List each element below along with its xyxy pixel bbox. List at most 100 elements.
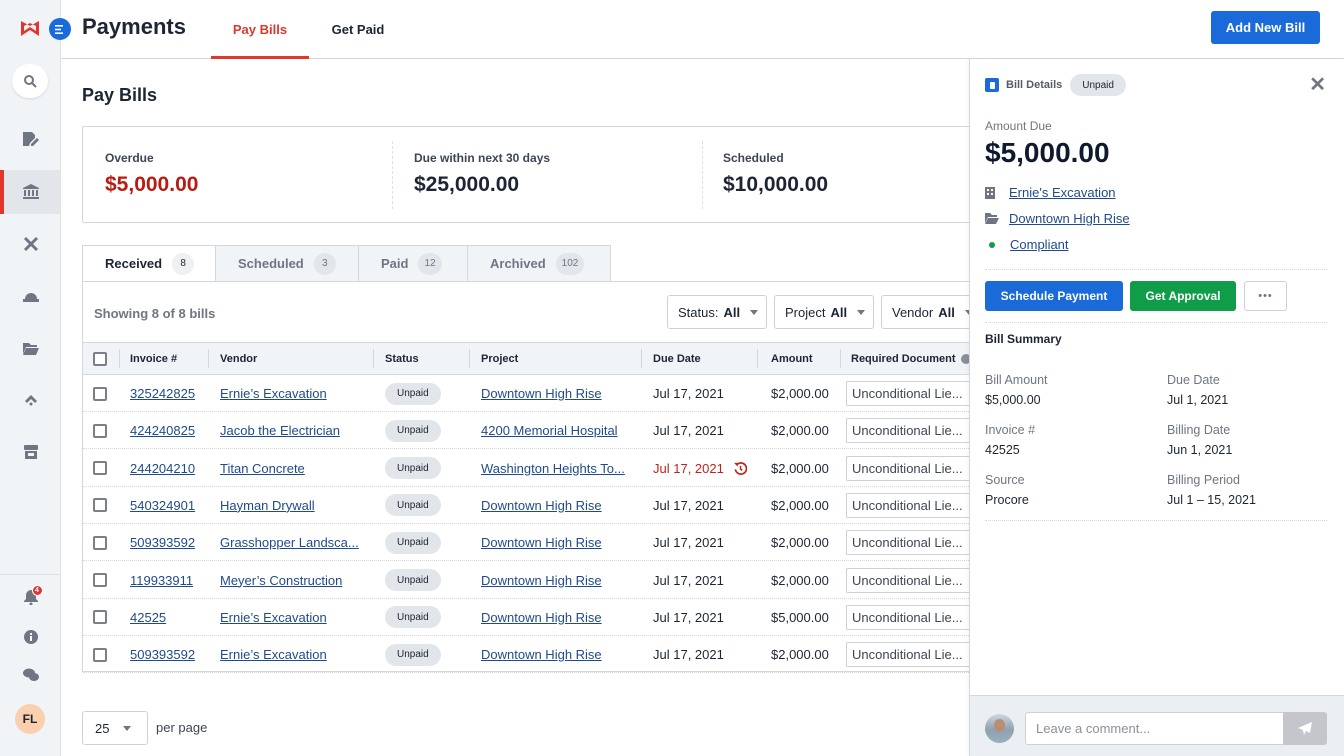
tab-get-paid[interactable]: Get Paid bbox=[319, 0, 397, 59]
row-checkbox[interactable] bbox=[93, 450, 107, 487]
vendor-filter[interactable]: Vendor All bbox=[881, 295, 981, 329]
add-new-bill-button[interactable]: Add New Bill bbox=[1211, 11, 1320, 44]
vendor-link[interactable]: Hayman Drywall bbox=[220, 498, 315, 513]
tab-label: Received bbox=[105, 256, 163, 271]
col-invoice[interactable]: Invoice # bbox=[130, 343, 177, 374]
required-document-select[interactable]: Unconditional Lie... bbox=[846, 381, 972, 406]
tab-paid[interactable]: Paid 12 bbox=[358, 245, 468, 282]
table-row[interactable]: 42525 Ernie’s Excavation Unpaid Downtown Hi… bbox=[83, 599, 983, 636]
invoice-link[interactable]: 509393592 bbox=[130, 647, 195, 662]
select-all-checkbox[interactable] bbox=[93, 343, 107, 374]
invoice-link[interactable]: 424240825 bbox=[130, 423, 195, 438]
send-button[interactable] bbox=[1283, 712, 1327, 745]
notification-badge: 4 bbox=[31, 585, 43, 596]
sidebar-item-documents[interactable] bbox=[0, 117, 61, 161]
required-document-select[interactable]: Unconditional Lie... bbox=[846, 604, 972, 630]
sidebar: 4 FL bbox=[0, 0, 61, 756]
tab-count: 8 bbox=[172, 252, 195, 275]
procore-logo-icon[interactable] bbox=[19, 17, 41, 39]
project-link[interactable]: Washington Heights To... bbox=[481, 461, 625, 476]
comment-input[interactable]: Leave a comment... bbox=[1025, 712, 1284, 745]
sidebar-item-tools[interactable] bbox=[0, 222, 61, 266]
table-row[interactable]: 119933911 Meyer’s Construction Unpaid Downt… bbox=[83, 562, 983, 599]
vendor-link[interactable]: Grasshopper Landsca... bbox=[220, 535, 359, 550]
project-link[interactable]: Downtown High Rise bbox=[481, 610, 602, 625]
filter-value: All bbox=[938, 304, 955, 320]
due-date: Jul 17, 2021 bbox=[653, 386, 724, 401]
amount-due-value: $5,000.00 bbox=[985, 137, 1110, 168]
sidebar-item-field[interactable] bbox=[0, 274, 61, 318]
vendor-link[interactable]: Jacob the Electrician bbox=[220, 423, 340, 438]
project-link[interactable]: Downtown High Rise bbox=[481, 535, 602, 550]
menu-button[interactable] bbox=[49, 18, 71, 40]
col-amount[interactable]: Amount bbox=[771, 343, 813, 374]
summary-value: $5,000.00 bbox=[105, 173, 199, 196]
project-link[interactable]: Downtown High Rise bbox=[481, 498, 602, 513]
sidebar-item-payments[interactable] bbox=[0, 170, 61, 214]
table-row[interactable]: 244204210 Titan Concrete Unpaid Washington … bbox=[83, 450, 983, 487]
vendor-link[interactable]: Titan Concrete bbox=[220, 461, 305, 476]
tab-archived[interactable]: Archived 102 bbox=[467, 245, 611, 282]
required-document-select[interactable]: Unconditional Lie... bbox=[846, 567, 972, 593]
table-row[interactable]: 540324901 Hayman Drywall Unpaid Downtown Hi… bbox=[83, 487, 983, 524]
row-checkbox[interactable] bbox=[93, 375, 107, 412]
more-options-button[interactable]: ••• bbox=[1244, 281, 1287, 311]
tab-received[interactable]: Received 8 bbox=[82, 245, 216, 282]
close-icon[interactable]: ✕ bbox=[1309, 75, 1326, 95]
per-page-select[interactable]: 25 bbox=[82, 711, 148, 745]
invoice-link[interactable]: 42525 bbox=[130, 610, 166, 625]
invoice-link[interactable]: 540324901 bbox=[130, 498, 195, 513]
invoice-link[interactable]: 325242825 bbox=[130, 386, 195, 401]
invoice-link[interactable]: 119933911 bbox=[130, 573, 193, 588]
row-checkbox[interactable] bbox=[93, 562, 107, 599]
compliance-link[interactable]: Compliant bbox=[1010, 237, 1069, 252]
vendor-link[interactable]: Ernie’s Excavation bbox=[220, 610, 327, 625]
row-checkbox[interactable] bbox=[93, 599, 107, 636]
required-document-select[interactable]: Unconditional Lie... bbox=[846, 530, 972, 556]
project-link[interactable]: Downtown High Rise bbox=[481, 573, 602, 588]
get-approval-button[interactable]: Get Approval bbox=[1130, 281, 1236, 311]
table-row[interactable]: 424240825 Jacob the Electrician Unpaid 4200… bbox=[83, 412, 983, 450]
vendor-link[interactable]: Ernie’s Excavation bbox=[220, 647, 327, 662]
col-vendor[interactable]: Vendor bbox=[220, 343, 257, 374]
due-date: Jul 17, 2021 bbox=[653, 572, 724, 588]
project-link[interactable]: 4200 Memorial Hospital bbox=[481, 423, 618, 438]
table-row[interactable]: 325242825 Ernie’s Excavation Unpaid Downtow… bbox=[83, 375, 983, 412]
col-due-date[interactable]: Due Date bbox=[653, 343, 701, 374]
col-project[interactable]: Project bbox=[481, 343, 518, 374]
row-checkbox[interactable] bbox=[93, 524, 107, 561]
chat-button[interactable] bbox=[0, 653, 61, 697]
sidebar-item-marketplace[interactable] bbox=[0, 430, 61, 474]
project-link[interactable]: Downtown High Rise bbox=[481, 386, 602, 401]
vendor-link[interactable]: Ernie's Excavation bbox=[1009, 185, 1116, 200]
compliance-row: Compliant bbox=[985, 237, 1069, 252]
table-row[interactable]: 509393592 Grasshopper Landsca... Unpaid Dow… bbox=[83, 524, 983, 562]
invoice-link[interactable]: 509393592 bbox=[130, 535, 195, 550]
project-link[interactable]: Downtown High Rise bbox=[1009, 211, 1130, 226]
tab-pay-bills[interactable]: Pay Bills bbox=[211, 0, 309, 59]
col-required-document[interactable]: Required Document bbox=[851, 343, 971, 374]
col-status[interactable]: Status bbox=[385, 343, 419, 374]
status-badge: Unpaid bbox=[385, 419, 441, 442]
required-document-select[interactable]: Unconditional Lie... bbox=[846, 642, 972, 668]
vendor-link[interactable]: Ernie’s Excavation bbox=[220, 386, 327, 401]
vendor-link[interactable]: Meyer’s Construction bbox=[220, 573, 342, 588]
row-checkbox[interactable] bbox=[93, 487, 107, 524]
row-checkbox[interactable] bbox=[93, 412, 107, 449]
required-document-select[interactable]: Unconditional Lie... bbox=[846, 418, 972, 444]
project-link[interactable]: Downtown High Rise bbox=[481, 647, 602, 662]
project-filter[interactable]: Project All bbox=[774, 295, 874, 329]
sidebar-item-up[interactable] bbox=[0, 378, 61, 422]
sidebar-item-files[interactable] bbox=[0, 326, 61, 370]
required-document-select[interactable]: Unconditional Lie... bbox=[846, 492, 972, 518]
user-avatar[interactable]: FL bbox=[15, 704, 45, 734]
field-value: 42525 bbox=[985, 443, 1020, 457]
required-document-select[interactable]: Unconditional Lie... bbox=[846, 455, 972, 481]
schedule-payment-button[interactable]: Schedule Payment bbox=[985, 281, 1123, 311]
tab-scheduled[interactable]: Scheduled 3 bbox=[215, 245, 359, 282]
search-button[interactable] bbox=[12, 64, 48, 98]
table-row[interactable]: 509393592 Ernie’s Excavation Unpaid Downtow… bbox=[83, 636, 983, 674]
status-filter[interactable]: Status: All bbox=[667, 295, 767, 329]
invoice-link[interactable]: 244204210 bbox=[130, 461, 195, 476]
row-checkbox[interactable] bbox=[93, 636, 107, 673]
